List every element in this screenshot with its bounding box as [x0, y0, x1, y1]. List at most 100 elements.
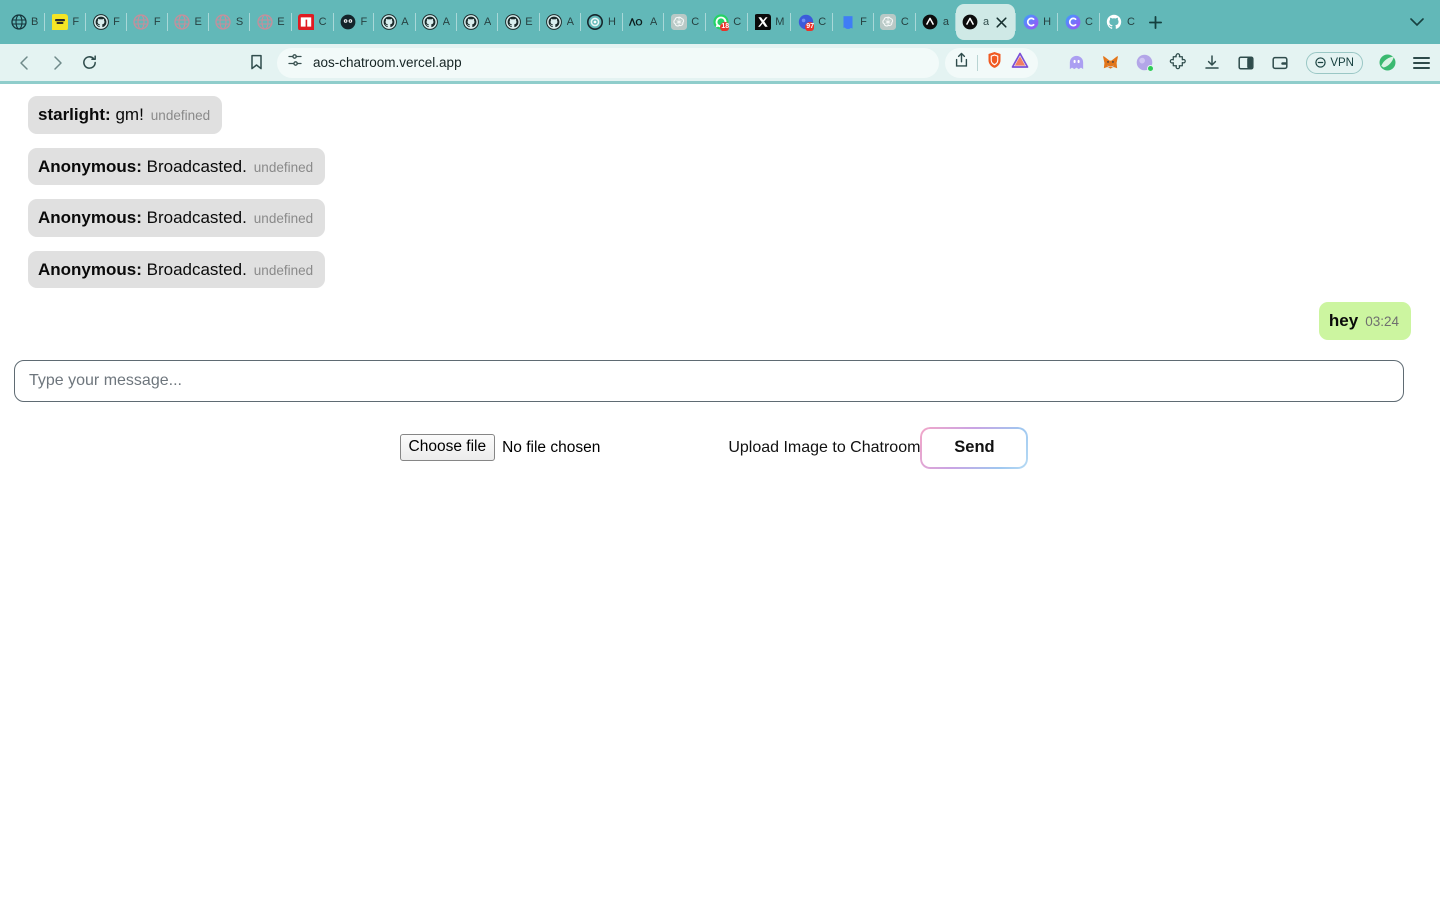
message-sender: starlight: [38, 105, 111, 124]
file-status-label: No file chosen [502, 438, 601, 456]
tab-close-icon[interactable] [993, 14, 1009, 30]
browser-tab[interactable]: F [86, 4, 126, 40]
browser-tab[interactable]: C [874, 4, 915, 40]
message-timestamp: undefined [253, 211, 314, 227]
tab-title: F [360, 16, 368, 28]
back-button[interactable] [10, 48, 40, 78]
tab-title: F [113, 16, 120, 28]
puzzle-extensions-icon[interactable] [1168, 53, 1188, 73]
browser-tab[interactable]: a [916, 4, 955, 40]
browser-tab[interactable]: E [498, 4, 538, 40]
github-icon [504, 14, 521, 31]
vpn-button[interactable]: VPN [1306, 51, 1363, 74]
message-text: Anonymous: Broadcasted. [38, 259, 247, 279]
message-text: hey [1329, 311, 1358, 331]
browser-tab-active[interactable]: a [955, 4, 1016, 40]
outgoing-message-bubble: hey 03:24 [1318, 302, 1411, 340]
tab-title: a [942, 16, 949, 28]
message-row: Anonymous: Broadcasted. undefined [0, 199, 1440, 237]
browser-tab[interactable]: A [540, 4, 580, 40]
message-row: Anonymous: Broadcasted. undefined [0, 147, 1440, 186]
leo-triangle-icon[interactable] [1011, 52, 1029, 74]
brave-shield-icon[interactable] [986, 51, 1003, 74]
tab-title: E [194, 16, 202, 28]
browser-tab[interactable]: F [334, 4, 374, 40]
share-icon[interactable] [954, 52, 969, 73]
tab-title: A [649, 16, 658, 28]
tab-title: C [900, 16, 909, 28]
tab-title: A [566, 16, 574, 28]
browser-tab[interactable]: A [374, 4, 414, 40]
tab-title: H [607, 16, 616, 28]
browser-tab[interactable]: F [833, 4, 873, 40]
new-tab-button[interactable] [1141, 7, 1171, 37]
tab-title: C [733, 16, 742, 28]
browser-window: B F F F E S E C F A A A E A H ᐱO A C 18 C M 97 C F Ca a H C C [0, 0, 1440, 900]
browser-tab[interactable]: 97 C [791, 4, 832, 40]
browser-tab[interactable]: H [1016, 4, 1057, 40]
forward-button[interactable] [42, 48, 72, 78]
message-sender: Anonymous: [38, 156, 142, 176]
choose-file-button[interactable]: Choose file [399, 434, 496, 462]
sidebar-toggle-icon[interactable] [1236, 53, 1256, 73]
reload-button[interactable] [74, 48, 104, 78]
tab-title: F [72, 16, 80, 28]
yellow-note-icon [51, 14, 68, 31]
tab-search-button[interactable] [1402, 7, 1432, 37]
message-body: hey [1328, 311, 1359, 331]
browser-tab[interactable]: C [1100, 4, 1141, 40]
browser-tab[interactable]: C [292, 4, 333, 40]
message-text: Anonymous: Broadcasted. [38, 156, 247, 176]
browser-tab[interactable]: E [250, 4, 290, 40]
browser-tab[interactable]: H [581, 4, 622, 40]
browser-tab[interactable]: F [127, 4, 167, 40]
browser-tab[interactable]: B [4, 4, 44, 40]
browser-tab[interactable]: F [45, 4, 85, 40]
upload-image-button[interactable]: Upload Image to Chatroom [728, 439, 920, 457]
tab-title: C [318, 16, 327, 28]
blue-badge-icon: 97 [797, 14, 815, 31]
downloads-icon[interactable] [1202, 53, 1222, 73]
message-timestamp: undefined [253, 262, 314, 278]
wallet-purple-icon[interactable] [1134, 53, 1155, 73]
bookmark-button[interactable] [241, 48, 271, 78]
message-text: Anonymous: Broadcasted. [38, 208, 247, 228]
arweave-black-icon [922, 14, 939, 31]
incoming-message-bubble: starlight: gm! undefined [28, 96, 223, 134]
tab-title: B [31, 16, 39, 28]
message-input[interactable] [14, 359, 1404, 402]
globe-dark-icon [10, 14, 27, 31]
address-bar[interactable]: aos-chatroom.vercel.app [277, 47, 940, 78]
url-text[interactable]: aos-chatroom.vercel.app [313, 55, 929, 70]
wallet-card-icon[interactable] [1270, 53, 1290, 73]
metamask-fox-icon[interactable] [1100, 53, 1120, 73]
tab-title: H [1043, 16, 1052, 28]
message-row: starlight: gm! undefined [0, 96, 1440, 134]
file-input[interactable]: Choose file No file chosen [399, 434, 601, 462]
browser-tab[interactable]: S [209, 4, 249, 40]
hamburger-menu-icon[interactable] [1413, 56, 1430, 69]
globe-pink-icon [174, 14, 191, 31]
npm-red-icon [298, 14, 315, 31]
message-row: Anonymous: Broadcasted. undefined [0, 250, 1440, 289]
browser-tab[interactable]: E [168, 4, 208, 40]
github-icon [422, 14, 439, 31]
extensions-toolbar [1066, 53, 1290, 73]
browser-tab[interactable]: M [748, 4, 790, 40]
browser-tab[interactable]: ᐱO A [623, 4, 663, 40]
github-icon [546, 14, 563, 31]
browser-tab[interactable]: 18 C [706, 4, 747, 40]
tab-title: E [277, 16, 285, 28]
phantom-wallet-icon[interactable] [1066, 53, 1086, 73]
browser-tab[interactable]: A [416, 4, 456, 40]
browser-tab[interactable]: C [664, 4, 705, 40]
brave-leo-leaf-icon[interactable] [1377, 53, 1397, 73]
message-list: starlight: gm! undefined Anonymous: Broadc… [0, 84, 1440, 340]
site-settings-icon[interactable] [287, 52, 303, 73]
ao-icon: ᐱO [629, 14, 646, 31]
browser-tab[interactable]: C [1058, 4, 1099, 40]
browser-tab[interactable]: A [457, 4, 497, 40]
figma-blue-icon [839, 14, 856, 31]
send-button[interactable]: Send [920, 426, 1029, 469]
message-timestamp: 03:24 [1365, 314, 1399, 330]
